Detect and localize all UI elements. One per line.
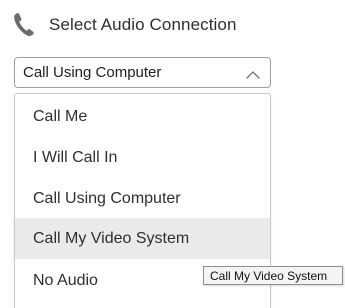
option-i-will-call-in[interactable]: I Will Call In [15,137,270,178]
tooltip: Call My Video System [203,266,343,285]
header-title: Select Audio Connection [49,15,237,34]
option-label: I Will Call In [33,148,118,166]
phone-icon [12,12,36,38]
option-label: Call Me [33,107,88,125]
option-label: No Audio [33,271,98,289]
option-call-using-computer[interactable]: Call Using Computer [15,178,270,219]
audio-connection-select[interactable]: Call Using Computer [14,57,271,88]
chevron-up-icon[interactable] [245,67,261,79]
option-call-me[interactable]: Call Me [15,96,270,137]
option-call-my-video-system[interactable]: Call My Video System [15,218,270,259]
audio-connection-header: Select Audio Connection [12,10,237,40]
option-label: Call My Video System [33,229,190,247]
option-label: Call Using Computer [33,189,181,207]
select-value: Call Using Computer [23,64,162,81]
